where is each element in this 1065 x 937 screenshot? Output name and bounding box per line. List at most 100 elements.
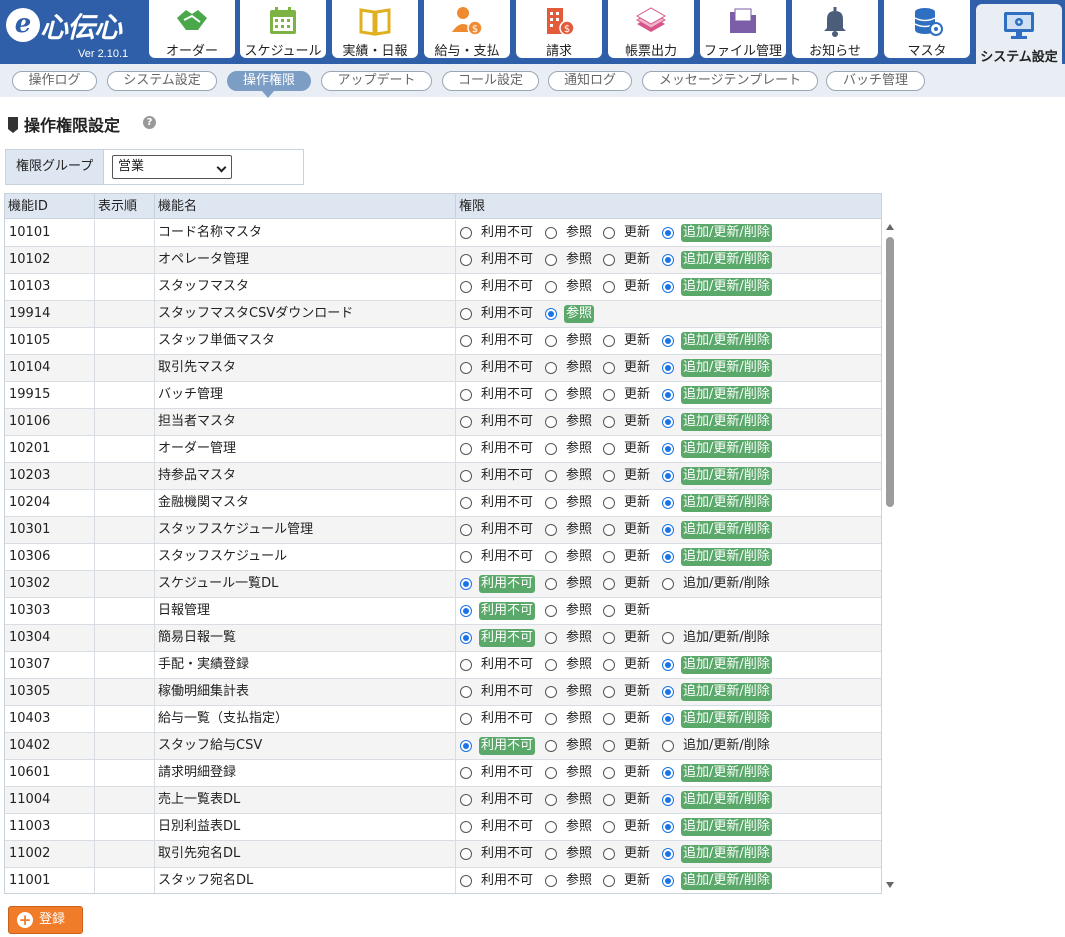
permission-option-label[interactable]: 利用不可 — [479, 359, 535, 377]
nav-tab-3[interactable]: 実績・日報 — [332, 0, 418, 59]
permission-option-label[interactable]: 追加/更新/削除 — [681, 845, 772, 863]
radio-button[interactable] — [545, 470, 557, 482]
permission-option-label[interactable]: 追加/更新/削除 — [681, 440, 772, 458]
radio-button[interactable] — [603, 389, 615, 401]
radio-button[interactable] — [662, 389, 674, 401]
radio-button[interactable] — [460, 389, 472, 401]
permission-option-label[interactable]: 更新 — [622, 440, 652, 458]
permission-option-label[interactable]: 参照 — [564, 494, 594, 512]
permission-option-label[interactable]: 追加/更新/削除 — [681, 521, 772, 539]
radio-button[interactable] — [460, 308, 472, 320]
radio-button[interactable] — [545, 281, 557, 293]
permission-option-label[interactable]: 更新 — [622, 575, 652, 593]
permission-option-label[interactable]: 利用不可 — [479, 494, 535, 512]
permission-option-label[interactable]: 利用不可 — [479, 413, 535, 431]
radio-button[interactable] — [545, 794, 557, 806]
radio-button[interactable] — [603, 848, 615, 860]
radio-button[interactable] — [603, 362, 615, 374]
subnav-tab-6[interactable]: 通知ログ — [548, 71, 632, 91]
permission-option-label[interactable]: 参照 — [564, 764, 594, 782]
radio-button[interactable] — [460, 416, 472, 428]
radio-button[interactable] — [460, 254, 472, 266]
permission-option-label[interactable]: 参照 — [564, 629, 594, 647]
permission-option-label[interactable]: 更新 — [622, 251, 652, 269]
permission-option-label[interactable]: 更新 — [622, 656, 652, 674]
permission-option-label[interactable]: 利用不可 — [479, 440, 535, 458]
permission-option-label[interactable]: 参照 — [564, 386, 594, 404]
radio-button[interactable] — [460, 335, 472, 347]
permission-option-label[interactable]: 利用不可 — [479, 602, 536, 620]
permission-option-label[interactable]: 利用不可 — [479, 791, 535, 809]
permission-option-label[interactable]: 利用不可 — [479, 278, 535, 296]
radio-button[interactable] — [545, 686, 557, 698]
radio-button[interactable] — [662, 470, 674, 482]
radio-button[interactable] — [662, 767, 674, 779]
permission-option-label[interactable]: 参照 — [564, 278, 594, 296]
radio-button[interactable] — [460, 686, 472, 698]
permission-option-label[interactable]: 更新 — [622, 629, 652, 647]
permission-option-label[interactable]: 追加/更新/削除 — [681, 332, 772, 350]
radio-button[interactable] — [603, 713, 615, 725]
radio-button[interactable] — [662, 848, 674, 860]
permission-option-label[interactable]: 追加/更新/削除 — [681, 278, 772, 296]
subnav-tab-2[interactable]: システム設定 — [107, 71, 217, 91]
permission-option-label[interactable]: 参照 — [564, 737, 594, 755]
permission-option-label[interactable]: 更新 — [622, 818, 652, 836]
radio-button[interactable] — [545, 821, 557, 833]
nav-tab-2[interactable]: スケジュール — [240, 0, 326, 59]
radio-button[interactable] — [662, 713, 674, 725]
scroll-down-icon[interactable] — [886, 882, 894, 888]
permission-option-label[interactable]: 更新 — [622, 791, 652, 809]
permission-option-label[interactable]: 更新 — [622, 872, 652, 890]
permission-option-label[interactable]: 更新 — [622, 710, 652, 728]
radio-button[interactable] — [662, 443, 674, 455]
permission-option-label[interactable]: 利用不可 — [479, 224, 535, 242]
permission-option-label[interactable]: 参照 — [564, 359, 594, 377]
permission-option-label[interactable]: 追加/更新/削除 — [681, 791, 772, 809]
radio-button[interactable] — [603, 416, 615, 428]
radio-button[interactable] — [545, 416, 557, 428]
permission-option-label[interactable]: 利用不可 — [479, 467, 535, 485]
permission-option-label[interactable]: 参照 — [564, 224, 594, 242]
subnav-tab-8[interactable]: バッチ管理 — [826, 71, 925, 91]
permission-option-label[interactable]: 追加/更新/削除 — [681, 413, 772, 431]
radio-button[interactable] — [545, 551, 557, 563]
radio-button[interactable] — [460, 740, 472, 752]
radio-button[interactable] — [545, 740, 557, 752]
permission-option-label[interactable]: 追加/更新/削除 — [681, 575, 772, 593]
radio-button[interactable] — [545, 632, 557, 644]
radio-button[interactable] — [662, 227, 674, 239]
permission-option-label[interactable]: 利用不可 — [479, 683, 535, 701]
radio-button[interactable] — [603, 875, 615, 887]
subnav-tab-3[interactable]: 操作権限 — [227, 71, 311, 91]
radio-button[interactable] — [603, 227, 615, 239]
permission-option-label[interactable]: 追加/更新/削除 — [681, 224, 772, 242]
radio-button[interactable] — [460, 875, 472, 887]
scrollbar-thumb[interactable] — [886, 237, 894, 507]
radio-button[interactable] — [662, 686, 674, 698]
radio-button[interactable] — [460, 821, 472, 833]
permission-option-label[interactable]: 追加/更新/削除 — [681, 494, 772, 512]
radio-button[interactable] — [460, 227, 472, 239]
permission-option-label[interactable]: 利用不可 — [479, 386, 535, 404]
radio-button[interactable] — [545, 389, 557, 401]
permission-option-label[interactable]: 追加/更新/削除 — [681, 251, 772, 269]
permission-option-label[interactable]: 更新 — [622, 278, 652, 296]
permission-option-label[interactable]: 参照 — [564, 332, 594, 350]
permission-option-label[interactable]: 参照 — [564, 845, 594, 863]
radio-button[interactable] — [662, 740, 674, 752]
radio-button[interactable] — [545, 524, 557, 536]
radio-button[interactable] — [545, 875, 557, 887]
permission-option-label[interactable]: 参照 — [564, 872, 594, 890]
subnav-tab-1[interactable]: 操作ログ — [12, 71, 97, 91]
radio-button[interactable] — [460, 443, 472, 455]
radio-button[interactable] — [603, 470, 615, 482]
nav-tab-4[interactable]: $ 給与・支払 — [424, 0, 510, 59]
permission-option-label[interactable]: 参照 — [564, 467, 594, 485]
radio-button[interactable] — [545, 848, 557, 860]
radio-button[interactable] — [603, 281, 615, 293]
permission-option-label[interactable]: 参照 — [564, 656, 594, 674]
permission-option-label[interactable]: 参照 — [564, 791, 594, 809]
permission-option-label[interactable]: 利用不可 — [479, 872, 535, 890]
permission-option-label[interactable]: 更新 — [622, 548, 652, 566]
